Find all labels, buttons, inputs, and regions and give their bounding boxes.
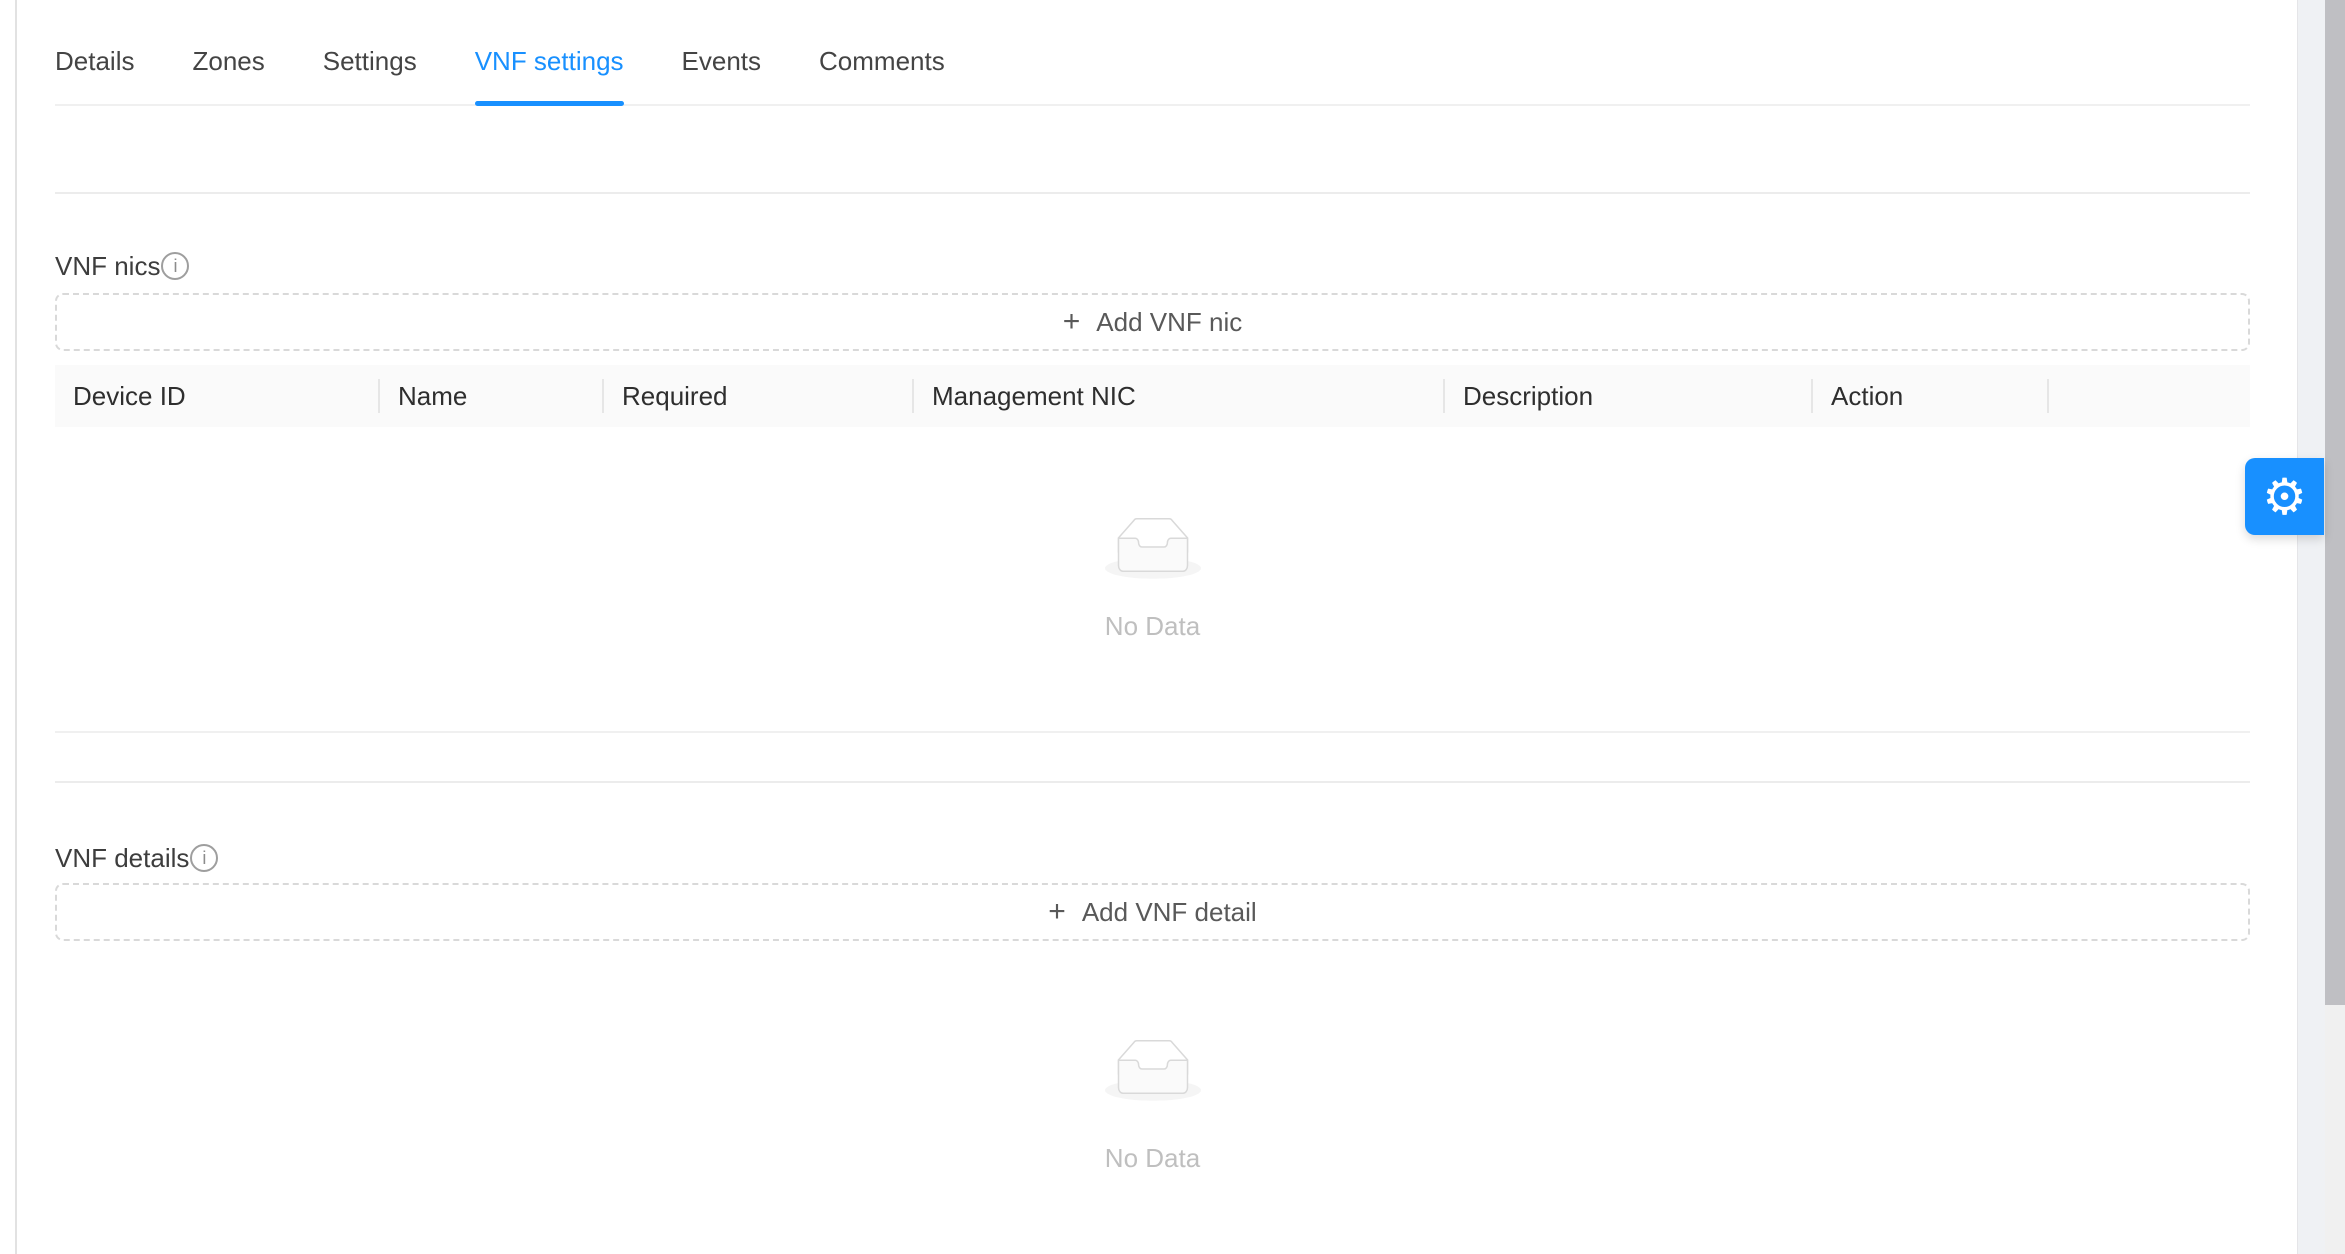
- plus-icon: +: [1048, 895, 1066, 929]
- column-header-blank: [2049, 365, 2250, 427]
- vnf-nics-label-row: VNF nics i: [55, 249, 2250, 283]
- empty-state: No Data: [55, 1039, 2250, 1174]
- section-divider: [55, 192, 2250, 194]
- column-header-action: Action: [1813, 365, 2049, 427]
- add-vnf-detail-button[interactable]: + Add VNF detail: [55, 883, 2250, 941]
- tab-details[interactable]: Details: [55, 44, 134, 104]
- tab-zones[interactable]: Zones: [192, 44, 264, 104]
- empty-state: No Data: [1105, 517, 1201, 642]
- page-background-strip: [2297, 0, 2325, 1254]
- add-vnf-detail-label: Add VNF detail: [1082, 897, 1257, 928]
- vnf-settings-page: Details Zones Settings VNF settings Even…: [0, 0, 2345, 1254]
- tab-settings[interactable]: Settings: [323, 44, 417, 104]
- section-divider: [55, 781, 2250, 783]
- vnf-nics-section: VNF nics i + Add VNF nic Device ID Name …: [55, 249, 2250, 733]
- add-vnf-nic-label: Add VNF nic: [1096, 307, 1242, 338]
- column-header-description: Description: [1445, 365, 1813, 427]
- theme-settings-button[interactable]: ⚙: [2245, 458, 2324, 535]
- scrollbar-track[interactable]: [2325, 0, 2345, 1254]
- page-content: Details Zones Settings VNF settings Even…: [55, 0, 2250, 1174]
- info-icon[interactable]: i: [161, 252, 189, 280]
- plus-icon: +: [1063, 305, 1081, 339]
- tab-comments[interactable]: Comments: [819, 44, 945, 104]
- tab-bar: Details Zones Settings VNF settings Even…: [55, 0, 2250, 106]
- info-icon[interactable]: i: [190, 844, 218, 872]
- left-panel-border: [15, 0, 17, 1254]
- vnf-details-title: VNF details: [55, 841, 189, 875]
- vnf-nics-table: Device ID Name Required Management NIC D…: [55, 365, 2250, 427]
- tab-events[interactable]: Events: [682, 44, 762, 104]
- column-header-name: Name: [380, 365, 604, 427]
- tab-vnf-settings[interactable]: VNF settings: [475, 44, 624, 104]
- no-data-text: No Data: [1105, 611, 1200, 642]
- no-data-text: No Data: [1105, 1143, 1200, 1174]
- vnf-nics-title: VNF nics: [55, 249, 160, 283]
- column-header-required: Required: [604, 365, 914, 427]
- column-header-management-nic: Management NIC: [914, 365, 1445, 427]
- vnf-nics-table-body: No Data: [55, 427, 2250, 733]
- vnf-details-section: VNF details i + Add VNF detail: [55, 841, 2250, 1174]
- gear-icon: ⚙: [2262, 472, 2307, 522]
- scrollbar-thumb[interactable]: [2325, 0, 2345, 1005]
- vnf-details-label-row: VNF details i: [55, 841, 2250, 875]
- empty-box-icon: [1105, 517, 1201, 579]
- add-vnf-nic-button[interactable]: + Add VNF nic: [55, 293, 2250, 351]
- table-header-row: Device ID Name Required Management NIC D…: [55, 365, 2250, 427]
- empty-box-icon: [1105, 1039, 1201, 1101]
- column-header-device-id: Device ID: [55, 365, 380, 427]
